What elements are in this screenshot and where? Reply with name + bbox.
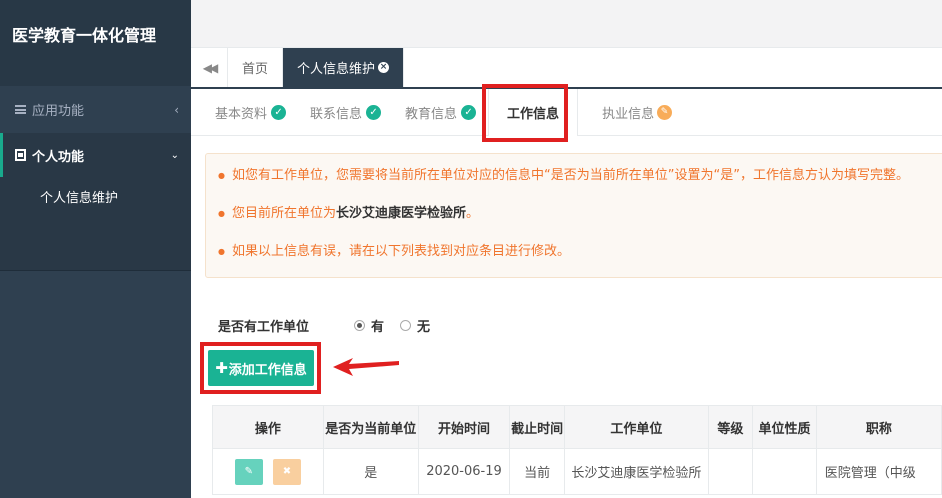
- has-work-unit-field: 是否有工作单位 有 无: [218, 316, 446, 335]
- column-header: 单位性质: [752, 405, 817, 449]
- cell-title: 医院管理（中级: [815, 448, 942, 495]
- id-card-icon: [15, 149, 26, 161]
- field-label: 是否有工作单位: [218, 320, 310, 335]
- notice-line: 如您有工作单位，您需要将当前所在单位对应的信息中“是否为当前所在单位”设置为“是…: [218, 166, 942, 204]
- sidebar-group-label: 应用功能: [32, 104, 85, 119]
- add-button-label: 添加工作信息: [228, 362, 307, 378]
- column-header: 开始时间: [417, 405, 511, 449]
- pencil-icon: ✎: [657, 104, 673, 120]
- work-info-table: 操作 是否为当前单位 开始时间 截止时间 工作单位 等级 单位性质 职称 ✎ ✖…: [212, 405, 942, 495]
- radio-yes[interactable]: 有: [354, 316, 384, 335]
- page-tabs: ◀◀ 首页 个人信息维护 ×: [191, 48, 942, 89]
- current-unit-name: 长沙艾迪康医学检验所: [336, 206, 467, 221]
- step-label: 教育信息: [405, 106, 458, 122]
- sidebar: 医学教育一体化管理 应用功能 ‹ 个人功能 ⌄ 个人信息维护: [0, 0, 191, 498]
- radio-label: 无: [417, 320, 431, 335]
- cell-unit-nature: [752, 448, 817, 495]
- radio-no[interactable]: 无: [400, 316, 430, 335]
- sidebar-group-label: 个人功能: [32, 149, 85, 165]
- chevron-left-icon: ‹: [174, 102, 179, 117]
- notice-text: 。: [466, 206, 480, 221]
- column-header: 操作: [212, 405, 324, 449]
- sidebar-group-app-functions[interactable]: 应用功能 ‹: [0, 86, 191, 133]
- cell-work-unit: 长沙艾迪康医学检验所: [564, 448, 709, 495]
- arrow-annotation-icon: [333, 358, 399, 376]
- column-header: 是否为当前单位: [322, 405, 419, 449]
- delete-button[interactable]: ✖: [272, 458, 301, 485]
- notice-line: 您目前所在单位为长沙艾迪康医学检验所。: [218, 204, 942, 242]
- tab-home[interactable]: 首页: [228, 48, 284, 87]
- app-logo-title: 医学教育一体化管理: [0, 0, 191, 86]
- step-label: 基本资料: [215, 106, 268, 122]
- sidebar-group-personal-functions[interactable]: 个人功能 ⌄: [0, 133, 191, 177]
- step-education-info[interactable]: 教育信息 ✓: [393, 89, 488, 136]
- check-circle-icon: ✓: [271, 104, 287, 120]
- radio-unchecked-icon[interactable]: [400, 320, 412, 331]
- notice-line: 如果以上信息有误，请在以下列表找到对应条目进行修改。: [218, 242, 942, 280]
- sidebar-submenu-bg: [0, 221, 191, 271]
- row-actions: ✎ ✖: [212, 448, 324, 495]
- cell-end-date: 当前: [509, 448, 566, 495]
- step-label: 联系信息: [310, 106, 363, 122]
- step-basic-info[interactable]: 基本资料 ✓: [191, 89, 298, 136]
- cell-level: [707, 448, 754, 495]
- tabs-scroll-left-icon[interactable]: ◀◀: [191, 48, 228, 87]
- radio-label: 有: [371, 320, 385, 335]
- cell-is-current: 是: [322, 448, 419, 495]
- table-header-row: 操作 是否为当前单位 开始时间 截止时间 工作单位 等级 单位性质 职称: [212, 405, 942, 449]
- check-circle-icon: ✓: [366, 104, 382, 120]
- column-header: 职称: [815, 405, 942, 449]
- highlight-box-step: [482, 84, 568, 142]
- plus-icon: ✚: [215, 359, 228, 377]
- edit-icon: ✎: [244, 465, 254, 477]
- check-circle-icon: ✓: [461, 104, 477, 120]
- info-notice: 如您有工作单位，您需要将当前所在单位对应的信息中“是否为当前所在单位”设置为“是…: [205, 153, 942, 278]
- list-icon: [15, 105, 26, 114]
- close-icon[interactable]: ×: [378, 62, 390, 73]
- edit-button[interactable]: ✎: [234, 458, 263, 485]
- column-header: 截止时间: [509, 405, 566, 449]
- top-navbar: [191, 0, 942, 48]
- column-header: 工作单位: [564, 405, 709, 449]
- tab-label: 个人信息维护: [297, 62, 376, 77]
- radio-checked-icon[interactable]: [354, 320, 365, 331]
- step-label: 执业信息: [602, 106, 655, 122]
- close-icon: ✖: [282, 465, 292, 477]
- step-contact-info[interactable]: 联系信息 ✓: [298, 89, 393, 136]
- sidebar-item-personal-info[interactable]: 个人信息维护: [0, 177, 191, 221]
- table-row: ✎ ✖ 是 2020-06-19 当前 长沙艾迪康医学检验所 医院管理（中级: [212, 448, 942, 495]
- chevron-down-icon: ⌄: [170, 149, 179, 161]
- add-work-info-button[interactable]: ✚ 添加工作信息: [208, 350, 314, 386]
- step-practice-info[interactable]: 执业信息 ✎: [578, 89, 684, 136]
- cell-start-date: 2020-06-19: [417, 448, 511, 495]
- tab-personal-info[interactable]: 个人信息维护 ×: [283, 48, 405, 87]
- column-header: 等级: [707, 405, 754, 449]
- app-root: 医学教育一体化管理 应用功能 ‹ 个人功能 ⌄ 个人信息维护 ◀◀ 首页 个人信…: [0, 0, 942, 498]
- notice-text: 您目前所在单位为: [232, 206, 337, 221]
